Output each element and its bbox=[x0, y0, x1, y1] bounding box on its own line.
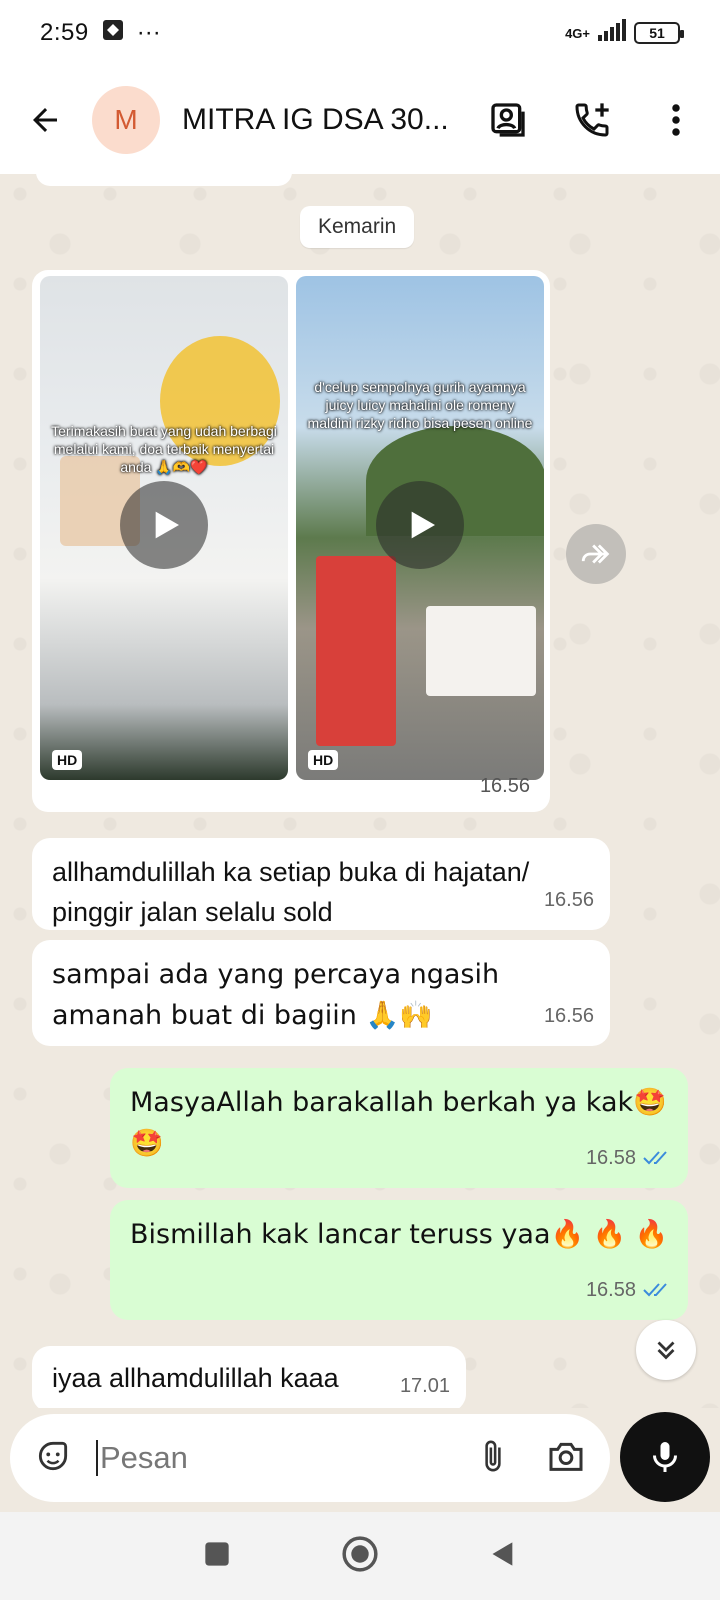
status-bar: 2:59 ··· 4G+ 51 bbox=[0, 0, 720, 66]
incoming-message[interactable]: sampai ada yang percaya ngasih amanah bu… bbox=[32, 940, 610, 1046]
avatar[interactable]: M bbox=[92, 86, 160, 154]
avatar-letter: M bbox=[114, 104, 138, 135]
outgoing-message[interactable]: MasyaAllah barakallah berkah ya kak🤩 🤩 1… bbox=[110, 1068, 688, 1188]
chat-title[interactable]: MITRA IG DSA 30... bbox=[182, 103, 462, 137]
chat-area[interactable]: Kemarin Terimakasih buat yang udah berba… bbox=[0, 174, 720, 1408]
network-type: 4G+ bbox=[565, 25, 590, 41]
outgoing-message[interactable]: Bismillah kak lancar teruss yaa🔥 🔥 🔥 16.… bbox=[110, 1200, 688, 1320]
circle-home-icon bbox=[342, 1535, 378, 1572]
voice-record-button[interactable] bbox=[620, 1412, 710, 1502]
kebab-menu-icon bbox=[672, 104, 680, 136]
double-check-icon bbox=[643, 1151, 667, 1165]
video-thumbnail-1[interactable]: Terimakasih buat yang udah berbagi melal… bbox=[40, 276, 288, 780]
battery-icon: 51 bbox=[634, 22, 684, 44]
message-text: allhamdulillah ka setiap buka di hajatan… bbox=[52, 857, 530, 927]
status-time: 2:59 bbox=[40, 19, 89, 46]
arrow-left-icon bbox=[33, 108, 57, 132]
previous-bubble-edge bbox=[36, 174, 292, 186]
triangle-back-icon bbox=[492, 1541, 513, 1566]
square-icon bbox=[205, 1541, 229, 1566]
contact-card-icon bbox=[491, 103, 525, 137]
message-text: iyaa allhamdulillah kaaa bbox=[52, 1363, 339, 1393]
play-button[interactable] bbox=[376, 481, 464, 569]
forward-button[interactable] bbox=[566, 524, 626, 584]
message-time: 16.56 bbox=[479, 775, 530, 797]
play-button[interactable] bbox=[120, 481, 208, 569]
recent-apps-button[interactable] bbox=[203, 1540, 231, 1573]
hd-badge: HD bbox=[308, 750, 339, 770]
message-text: sampai ada yang percaya ngasih amanah bu… bbox=[52, 959, 500, 1031]
chat-header: M MITRA IG DSA 30... bbox=[0, 66, 720, 174]
sticker-icon bbox=[38, 1441, 68, 1470]
scroll-to-bottom-button[interactable] bbox=[636, 1320, 696, 1380]
paperclip-icon bbox=[485, 1440, 501, 1471]
contact-card-button[interactable] bbox=[484, 96, 532, 144]
message-input[interactable]: Pesan bbox=[96, 1440, 476, 1476]
date-chip: Kemarin bbox=[300, 206, 415, 248]
video-1-caption: Terimakasih buat yang udah berbagi melal… bbox=[51, 423, 277, 476]
phone-plus-icon bbox=[575, 103, 609, 137]
home-button[interactable] bbox=[341, 1535, 379, 1578]
double-chevron-down-icon bbox=[657, 1341, 675, 1360]
microphone-icon bbox=[653, 1442, 677, 1472]
video-2-caption: d'celup sempolnya gurih ayamnya juicy lu… bbox=[307, 379, 533, 432]
double-check-icon bbox=[643, 1283, 667, 1297]
back-nav-button[interactable] bbox=[489, 1539, 517, 1574]
stall-shape bbox=[426, 606, 536, 696]
system-nav-bar bbox=[0, 1512, 720, 1600]
play-icon bbox=[411, 511, 435, 539]
media-message[interactable]: Terimakasih buat yang udah berbagi melal… bbox=[32, 270, 550, 812]
message-time: 16.56 bbox=[543, 1005, 594, 1027]
camera-icon bbox=[549, 1442, 583, 1471]
incoming-message[interactable]: iyaa allhamdulillah kaaa 17.01 bbox=[32, 1346, 466, 1408]
message-time: 17.01 bbox=[399, 1375, 450, 1397]
forward-icon bbox=[581, 544, 610, 564]
more-options-button[interactable] bbox=[652, 96, 700, 144]
play-icon bbox=[155, 511, 179, 539]
message-time: 16.56 bbox=[543, 889, 594, 911]
incoming-message[interactable]: allhamdulillah ka setiap buka di hajatan… bbox=[32, 838, 610, 930]
battery-level: 51 bbox=[649, 25, 665, 41]
back-button[interactable] bbox=[20, 95, 70, 145]
message-time: 16.58 bbox=[585, 1147, 636, 1169]
add-call-button[interactable] bbox=[568, 96, 616, 144]
banner-shape bbox=[316, 556, 396, 746]
message-composer: Pesan bbox=[10, 1414, 610, 1502]
status-more: ··· bbox=[136, 19, 161, 46]
camera-button[interactable] bbox=[546, 1436, 586, 1481]
video-thumbnail-2[interactable]: d'celup sempolnya gurih ayamnya juicy lu… bbox=[296, 276, 544, 780]
sticker-button[interactable] bbox=[34, 1437, 72, 1480]
attach-button[interactable] bbox=[476, 1436, 510, 1481]
hd-badge: HD bbox=[52, 750, 83, 770]
signal-icon bbox=[598, 18, 626, 48]
message-text: Bismillah kak lancar teruss yaa🔥 🔥 🔥 bbox=[130, 1219, 669, 1250]
notification-icon bbox=[101, 18, 125, 49]
message-time: 16.58 bbox=[585, 1279, 636, 1301]
